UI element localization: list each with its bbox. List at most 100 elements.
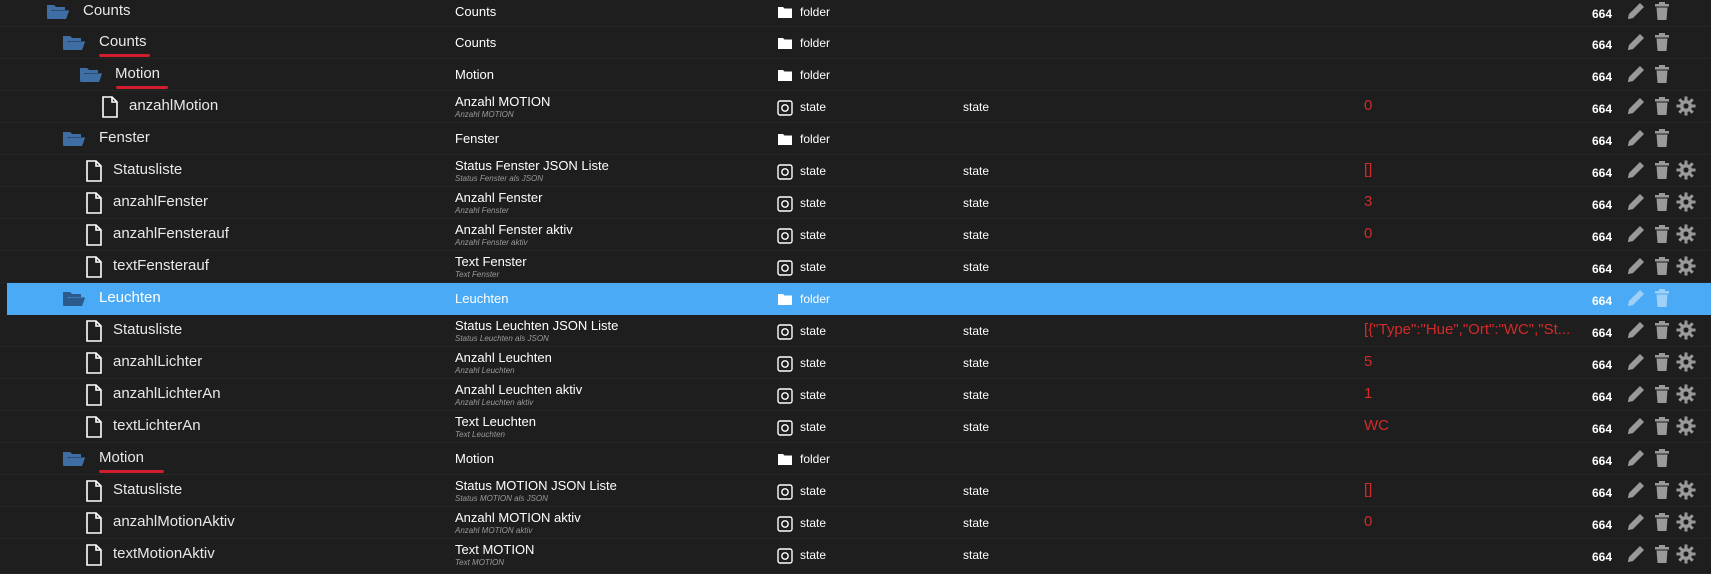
- acl-badge[interactable]: 664: [1592, 198, 1612, 212]
- delete-trash-icon[interactable]: [1651, 159, 1673, 181]
- acl-badge[interactable]: 664: [1592, 134, 1612, 148]
- delete-trash-icon[interactable]: [1651, 95, 1673, 117]
- edit-pencil-icon[interactable]: [1625, 543, 1647, 565]
- folder-open-icon[interactable]: [62, 129, 86, 151]
- state-value[interactable]: 5: [1364, 353, 1589, 370]
- folder-open-icon[interactable]: [62, 33, 86, 55]
- settings-gear-icon[interactable]: [1675, 543, 1697, 565]
- settings-gear-icon[interactable]: [1675, 255, 1697, 277]
- tree-row-state[interactable]: textLichterAn Text Leuchten Text Leuchten s…: [0, 411, 1711, 443]
- delete-trash-icon[interactable]: [1651, 543, 1673, 565]
- acl-badge[interactable]: 664: [1592, 390, 1612, 404]
- acl-badge[interactable]: 664: [1592, 518, 1612, 532]
- edit-pencil-icon[interactable]: [1625, 511, 1647, 533]
- edit-pencil-icon[interactable]: [1625, 31, 1647, 53]
- acl-badge[interactable]: 664: [1592, 262, 1612, 276]
- tree-row-state[interactable]: Statusliste Status Leuchten JSON Liste Sta…: [0, 315, 1711, 347]
- state-value[interactable]: WC: [1364, 417, 1589, 434]
- tree-row-state[interactable]: anzahlLichterAn Anzahl Leuchten aktiv Anza…: [0, 379, 1711, 411]
- edit-pencil-icon[interactable]: [1625, 351, 1647, 373]
- acl-badge[interactable]: 664: [1592, 70, 1612, 84]
- delete-trash-icon[interactable]: [1651, 0, 1673, 22]
- acl-badge[interactable]: 664: [1592, 102, 1612, 116]
- edit-pencil-icon[interactable]: [1625, 0, 1647, 22]
- delete-trash-icon[interactable]: [1651, 447, 1673, 469]
- folder-open-icon[interactable]: [46, 2, 70, 24]
- delete-trash-icon[interactable]: [1651, 255, 1673, 277]
- delete-trash-icon[interactable]: [1651, 319, 1673, 341]
- acl-badge[interactable]: 664: [1592, 422, 1612, 436]
- folder-open-icon[interactable]: [79, 65, 103, 87]
- delete-trash-icon[interactable]: [1651, 31, 1673, 53]
- tree-row-state[interactable]: anzahlFenster Anzahl Fenster Anzahl Fenste…: [0, 187, 1711, 219]
- edit-pencil-icon[interactable]: [1625, 479, 1647, 501]
- delete-trash-icon[interactable]: [1651, 351, 1673, 373]
- edit-pencil-icon[interactable]: [1625, 191, 1647, 213]
- folder-open-icon[interactable]: [62, 289, 86, 311]
- settings-gear-icon[interactable]: [1675, 319, 1697, 341]
- delete-trash-icon[interactable]: [1651, 127, 1673, 149]
- delete-trash-icon[interactable]: [1651, 191, 1673, 213]
- settings-gear-icon[interactable]: [1675, 95, 1697, 117]
- settings-gear-icon[interactable]: [1675, 351, 1697, 373]
- delete-trash-icon[interactable]: [1651, 383, 1673, 405]
- edit-pencil-icon[interactable]: [1625, 255, 1647, 277]
- settings-gear-icon[interactable]: [1675, 479, 1697, 501]
- acl-badge[interactable]: 664: [1592, 550, 1612, 564]
- edit-pencil-icon[interactable]: [1625, 415, 1647, 437]
- state-value[interactable]: 0: [1364, 513, 1589, 530]
- settings-gear-icon[interactable]: [1675, 223, 1697, 245]
- delete-trash-icon[interactable]: [1651, 415, 1673, 437]
- delete-trash-icon[interactable]: [1651, 223, 1673, 245]
- delete-trash-icon[interactable]: [1651, 63, 1673, 85]
- tree-row-state[interactable]: textFensterauf Text Fenster Text Fenster st…: [0, 251, 1711, 283]
- edit-pencil-icon[interactable]: [1625, 287, 1647, 309]
- acl-badge[interactable]: 664: [1592, 486, 1612, 500]
- settings-gear-icon[interactable]: [1675, 383, 1697, 405]
- tree-row-state[interactable]: anzahlMotion Anzahl MOTION Anzahl MOTION st…: [0, 91, 1711, 123]
- edit-pencil-icon[interactable]: [1625, 319, 1647, 341]
- edit-pencil-icon[interactable]: [1625, 159, 1647, 181]
- acl-badge[interactable]: 664: [1592, 7, 1612, 21]
- acl-badge[interactable]: 664: [1592, 230, 1612, 244]
- edit-pencil-icon[interactable]: [1625, 127, 1647, 149]
- edit-pencil-icon[interactable]: [1625, 383, 1647, 405]
- settings-gear-icon[interactable]: [1675, 415, 1697, 437]
- tree-row-folder[interactable]: Motion Motion folder 664: [0, 443, 1711, 475]
- settings-gear-icon[interactable]: [1675, 159, 1697, 181]
- acl-badge[interactable]: 664: [1592, 326, 1612, 340]
- state-value[interactable]: 0: [1364, 97, 1589, 114]
- tree-row-folder[interactable]: Counts Counts folder 664: [0, 27, 1711, 59]
- edit-pencil-icon[interactable]: [1625, 223, 1647, 245]
- acl-badge[interactable]: 664: [1592, 294, 1612, 308]
- tree-row-state[interactable]: anzahlMotionAktiv Anzahl MOTION aktiv Anza…: [0, 507, 1711, 539]
- state-value[interactable]: []: [1364, 161, 1589, 178]
- acl-badge[interactable]: 664: [1592, 38, 1612, 52]
- tree-row-state[interactable]: Statusliste Status Fenster JSON Liste Stat…: [0, 155, 1711, 187]
- tree-row-state[interactable]: anzahlLichter Anzahl Leuchten Anzahl Leuch…: [0, 347, 1711, 379]
- settings-gear-icon[interactable]: [1675, 511, 1697, 533]
- tree-row-state[interactable]: Statusliste Status MOTION JSON Liste Statu…: [0, 475, 1711, 507]
- state-value[interactable]: 0: [1364, 225, 1589, 242]
- tree-row-state[interactable]: anzahlFensterauf Anzahl Fenster aktiv Anza…: [0, 219, 1711, 251]
- delete-trash-icon[interactable]: [1651, 511, 1673, 533]
- state-value[interactable]: 3: [1364, 193, 1589, 210]
- delete-trash-icon[interactable]: [1651, 287, 1673, 309]
- tree-row-folder[interactable]: Counts Counts folder 664: [0, 0, 1711, 27]
- tree-row-folder[interactable]: Leuchten Leuchten folder 664: [7, 283, 1711, 315]
- acl-badge[interactable]: 664: [1592, 166, 1612, 180]
- edit-pencil-icon[interactable]: [1625, 95, 1647, 117]
- edit-pencil-icon[interactable]: [1625, 63, 1647, 85]
- tree-row-folder[interactable]: Motion Motion folder 664: [0, 59, 1711, 91]
- tree-row-folder[interactable]: Fenster Fenster folder 664: [0, 123, 1711, 155]
- settings-gear-icon[interactable]: [1675, 191, 1697, 213]
- edit-pencil-icon[interactable]: [1625, 447, 1647, 469]
- state-value[interactable]: []: [1364, 481, 1589, 498]
- tree-row-state[interactable]: textMotionAktiv Text MOTION Text MOTION sta…: [0, 539, 1711, 574]
- state-value[interactable]: 1: [1364, 385, 1589, 402]
- state-value[interactable]: [{"Type":"Hue","Ort":"WC","St...: [1364, 321, 1589, 338]
- acl-badge[interactable]: 664: [1592, 454, 1612, 468]
- delete-trash-icon[interactable]: [1651, 479, 1673, 501]
- folder-open-icon[interactable]: [62, 449, 86, 471]
- acl-badge[interactable]: 664: [1592, 358, 1612, 372]
